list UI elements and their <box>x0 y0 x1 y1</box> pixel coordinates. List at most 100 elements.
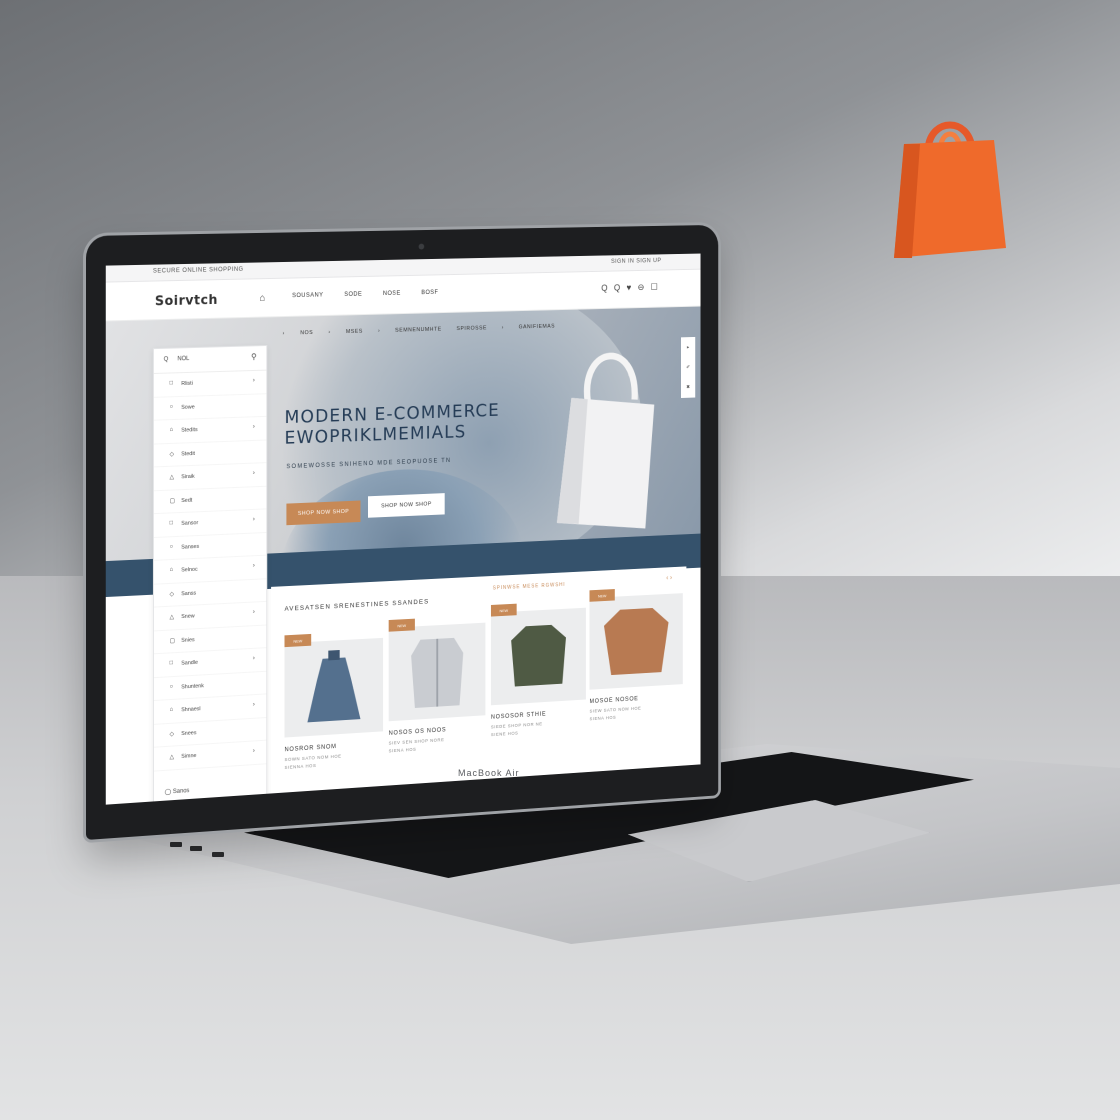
cart-icon[interactable]: ☐ <box>651 282 658 293</box>
product-card[interactable]: NEW MOSOE NOSOE SIEW SATO NOM HOE SIENA HOS <box>589 589 683 721</box>
chevron-right-icon: › <box>252 701 255 708</box>
site-logo[interactable]: Soirvtch <box>155 293 218 309</box>
chevron-right-icon: › <box>252 563 255 570</box>
sidebar-item-label: Shnaesl <box>181 706 201 714</box>
side-toolbar: ▸ ✐ ✖ <box>681 336 696 398</box>
account-icon[interactable]: Q <box>614 283 620 294</box>
laptop-brand: MacBook Air <box>458 768 520 778</box>
featured-products: AVESATSEN SRENESTINES SSANDES SPINWSE ME… <box>271 566 687 794</box>
play-icon[interactable]: ▸ <box>687 344 689 350</box>
laptop-screen: SECURE ONLINE SHOPPING SIGN IN SIGN UP S… <box>105 253 701 805</box>
product-image[interactable]: NEW <box>284 633 384 738</box>
product-image[interactable]: NEW <box>388 618 486 722</box>
usb-port <box>190 846 202 851</box>
category-icon: ◇ <box>169 451 175 458</box>
topbar-account-links[interactable]: SIGN IN SIGN UP <box>611 258 661 265</box>
chevron-right-icon: › <box>252 748 255 755</box>
chevron-right-icon: › <box>252 609 255 616</box>
category-icon: △ <box>169 614 175 621</box>
laptop-lid: SECURE ONLINE SHOPPING SIGN IN SIGN UP S… <box>86 224 719 841</box>
category-icon: ▢ <box>169 497 176 505</box>
product-card[interactable]: NEW NOSOS OS NOOS SIEV SEN SHOP NORE SIENA … <box>388 618 486 753</box>
header-icons: Q Q ♥ ⊖ ☐ <box>601 282 658 294</box>
section-subtitle: SPINWSE MESE RGWSHI <box>492 581 566 592</box>
category-icon: ⌂ <box>169 706 174 713</box>
chevron-right-icon: › <box>252 377 255 384</box>
category-icon: ▢ <box>169 637 176 644</box>
sidebar-item-label: Sandle <box>181 659 198 667</box>
breadcrumb-separator: › <box>282 330 285 337</box>
sidebar-item-label: Selnoc <box>181 566 198 574</box>
olive-top-image <box>511 624 566 687</box>
category-icon: ○ <box>169 543 174 550</box>
product-card[interactable]: NEW NOSOSOR STHIE SIEDE SHOP NOR NE SIENE H… <box>490 603 586 737</box>
tan-sweater-image <box>603 607 669 676</box>
nav-item[interactable]: SODE <box>344 292 362 298</box>
category-icon: □ <box>169 520 174 527</box>
breadcrumb-separator: › <box>328 329 331 336</box>
search-icon[interactable]: ⚲ <box>251 352 257 361</box>
edit-icon[interactable]: ✐ <box>686 365 690 371</box>
sidebar-item-label: Sansor <box>181 520 199 527</box>
close-icon[interactable]: ✖ <box>686 385 690 391</box>
category-icon: ⌂ <box>169 566 174 574</box>
sidebar-item-label: Stedits <box>181 427 198 434</box>
tote-bag-image <box>556 341 655 533</box>
wishlist-icon[interactable]: ♥ <box>627 283 632 294</box>
dress-image <box>307 649 361 723</box>
sidebar-footer-label: Sanos <box>172 788 190 796</box>
category-icon: ◇ <box>169 591 175 598</box>
product-badge: NEW <box>490 603 517 617</box>
product-image[interactable]: NEW <box>589 589 683 690</box>
sidebar-item-label: Sowe <box>181 403 195 411</box>
usb-port <box>170 842 182 847</box>
breadcrumb-item[interactable]: SPIROSSE <box>456 325 486 332</box>
chevron-right-icon: › <box>252 424 255 431</box>
cardigan-image <box>411 623 464 722</box>
home-icon[interactable]: ⌂ <box>260 293 266 304</box>
product-card[interactable]: NEW NOSROR SNOM SOWN SATO NOM HOE SIENNA HO… <box>284 633 384 770</box>
sidebar-item-label: Stedit <box>181 450 195 457</box>
category-icon: ○ <box>169 683 174 690</box>
chevron-right-icon: › <box>252 470 255 477</box>
search-icon: Q <box>163 356 169 363</box>
search-icon[interactable]: Q <box>601 283 607 294</box>
shop-now-secondary-button[interactable]: SHOP NOW SHOP <box>367 493 445 518</box>
category-icon: △ <box>169 474 175 481</box>
breadcrumb-item[interactable]: GANIFIEMAS <box>519 324 555 331</box>
breadcrumb-separator: › <box>377 328 381 335</box>
product-badge: NEW <box>284 633 312 648</box>
hero-title: MODERN E-COMMERCE EWOPRIKLMEMIALS <box>284 400 499 448</box>
product-badge: NEW <box>388 618 415 632</box>
category-icon: ○ <box>169 403 174 410</box>
topbar-left-text: SECURE ONLINE SHOPPING <box>152 266 244 275</box>
sidebar-item-label: Simne <box>181 752 197 760</box>
category-icon: ◇ <box>169 731 175 738</box>
shop-now-button[interactable]: SHOP NOW SHOP <box>286 500 361 526</box>
breadcrumb-item[interactable]: MSES <box>346 329 363 335</box>
usb-port <box>212 852 224 857</box>
product-image[interactable]: NEW <box>490 603 586 706</box>
nav-item[interactable]: SOUSANY <box>292 293 323 300</box>
category-icon: △ <box>169 754 175 761</box>
sidebar-search[interactable]: Q NOL ⚲ <box>153 346 267 374</box>
sidebar-item-label: Sedt <box>181 497 193 504</box>
sidebar-item-label: Rlisti <box>181 380 193 388</box>
nav-item[interactable]: BOSF <box>421 290 438 296</box>
shopping-bag-icon <box>894 121 1006 258</box>
breadcrumb-separator: › <box>501 324 504 331</box>
sidebar-item-label: Sanss <box>181 590 197 597</box>
breadcrumb-item[interactable]: NOS <box>300 330 313 336</box>
carousel-arrows[interactable]: ‹ › <box>666 575 672 582</box>
chevron-right-icon: › <box>252 516 255 523</box>
sidebar-search-label: NOL <box>177 356 190 363</box>
sidebar-item-label: Shuntenk <box>181 682 204 690</box>
bag-icon[interactable]: ⊖ <box>638 282 645 293</box>
category-icon: ⌂ <box>169 426 174 434</box>
chevron-right-icon: › <box>252 655 255 662</box>
camera-dot <box>418 243 425 250</box>
nav-item[interactable]: NOSE <box>383 291 401 297</box>
product-badge: NEW <box>589 589 615 602</box>
category-icon: □ <box>169 380 174 387</box>
main-nav: SOUSANY SODE NOSE BOSF <box>292 290 438 299</box>
